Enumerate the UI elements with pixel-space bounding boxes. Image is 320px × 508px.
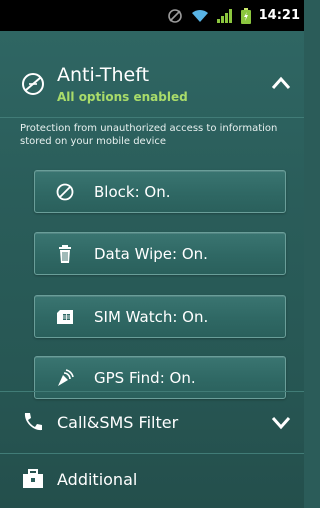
wifi-icon <box>191 9 208 22</box>
sync-icon <box>167 8 182 23</box>
block-label: Block: On. <box>94 182 171 201</box>
anti-theft-text: Anti-Theft All options enabled <box>57 64 188 104</box>
data-wipe-button[interactable]: Data Wipe: On. <box>34 232 286 275</box>
phone-icon <box>24 413 42 431</box>
data-wipe-label: Data Wipe: On. <box>94 244 208 263</box>
trash-icon <box>54 243 76 265</box>
toolbox-icon <box>23 469 43 488</box>
battery-icon <box>240 7 251 24</box>
divider <box>0 391 304 392</box>
anti-theft-icon <box>22 73 44 95</box>
gps-find-label: GPS Find: On. <box>94 368 196 387</box>
anti-theft-description: Protection from unauthorized access to i… <box>20 123 278 147</box>
anti-theft-header[interactable]: Anti-Theft All options enabled <box>0 53 304 115</box>
divider <box>0 453 304 454</box>
call-sms-filter-title: Call&SMS Filter <box>57 412 179 432</box>
chevron-down-icon[interactable] <box>270 411 292 433</box>
chevron-up-icon[interactable] <box>270 73 292 95</box>
anti-theft-title: Anti-Theft <box>57 64 150 86</box>
sim-watch-label: SIM Watch: On. <box>94 307 209 326</box>
status-bar: 14:21 <box>0 0 304 31</box>
status-time: 14:21 <box>258 8 300 23</box>
anti-theft-status: All options enabled <box>57 90 188 104</box>
call-sms-filter-header[interactable]: Call&SMS Filter <box>0 393 304 451</box>
additional-header[interactable]: Additional <box>0 459 304 499</box>
satellite-icon <box>54 367 76 389</box>
additional-title: Additional <box>57 469 138 489</box>
block-icon <box>54 181 76 203</box>
divider <box>0 117 304 118</box>
block-button[interactable]: Block: On. <box>34 170 286 213</box>
sim-watch-button[interactable]: SIM Watch: On. <box>34 295 286 338</box>
app-screen: Anti-Theft All options enabled Protectio… <box>0 31 304 508</box>
sim-card-icon <box>54 306 76 328</box>
signal-icon <box>216 8 232 23</box>
